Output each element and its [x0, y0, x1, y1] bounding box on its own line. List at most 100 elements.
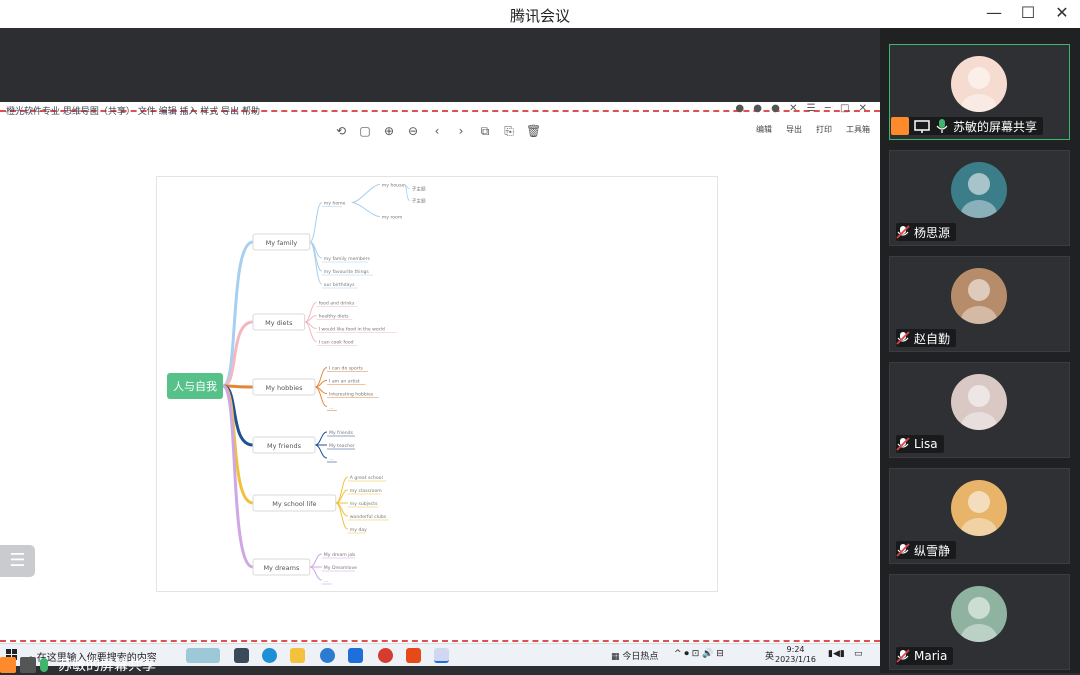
- wps-icon[interactable]: [406, 648, 421, 663]
- mindmap-nodes: 人与自我 My family my home my family members my …: [167, 183, 426, 584]
- next-icon[interactable]: ›: [454, 124, 468, 138]
- browser-icon[interactable]: [320, 648, 335, 663]
- mindmap-leaf-label[interactable]: my favourite things: [324, 269, 370, 275]
- chrome-icon[interactable]: [378, 648, 393, 663]
- participant-name: Lisa: [914, 437, 938, 451]
- side-menu-button[interactable]: ☰: [0, 545, 35, 577]
- mindmap-leaf-label[interactable]: food and drinks: [319, 301, 355, 307]
- mindmap-leaf-label[interactable]: My friends: [329, 430, 354, 436]
- window-titlebar: 腾讯会议 — ☐ ✕: [0, 0, 1080, 28]
- mindmap-leaf-link: [309, 566, 322, 581]
- minimize-button[interactable]: —: [977, 2, 1011, 24]
- participant-avatar: [951, 374, 1007, 430]
- zoom-out-icon[interactable]: ⊖: [406, 124, 420, 138]
- mindmap-leaf-label[interactable]: my subjects: [350, 501, 378, 507]
- mindmap-leaf-link: [314, 444, 328, 459]
- mindmap-branch-node[interactable]: My school life: [252, 494, 337, 512]
- maximize-button[interactable]: ☐: [1011, 2, 1045, 24]
- mindmap-leaf-label[interactable]: our birthdays: [324, 282, 355, 288]
- participant-tile[interactable]: 赵自勤: [889, 256, 1070, 352]
- mindmap-links: [221, 184, 410, 585]
- task-view-icon[interactable]: [234, 648, 249, 663]
- taskbar-clock[interactable]: 9:24 2023/1/16: [775, 645, 816, 665]
- meeting-tray-icon[interactable]: ▮◀▮: [828, 649, 845, 659]
- participant-avatar: [951, 586, 1007, 642]
- print-button[interactable]: 打印: [816, 124, 832, 135]
- participant-tile[interactable]: Maria: [889, 574, 1070, 670]
- delete-icon[interactable]: 🗑: [526, 124, 541, 138]
- mindmap-leaf-label[interactable]: my day: [350, 527, 367, 533]
- mindmap-leaf-label[interactable]: ...: [324, 579, 328, 584]
- mindmap-leaf-label[interactable]: A great school: [350, 475, 383, 481]
- participant-tile[interactable]: 苏敏的屏幕共享: [889, 44, 1070, 140]
- shared-screen[interactable]: 橙光软件专业 思维导图（共享） 文件 编辑 插入 样式 导出 帮助 ● ● ● …: [0, 102, 880, 666]
- undo-icon[interactable]: ⟲: [334, 124, 348, 138]
- edge-icon[interactable]: [262, 648, 277, 663]
- mindmap-leaf-label[interactable]: my classroom: [350, 488, 382, 494]
- participant-name: 杨思源: [914, 225, 951, 240]
- news-widget-label: 今日热点: [622, 652, 659, 662]
- mindmap-canvas[interactable]: 人与自我 My family my home my family members my …: [156, 176, 718, 592]
- notification-icon[interactable]: ▭: [854, 649, 863, 659]
- mindmap-branch-node[interactable]: My hobbies: [252, 378, 316, 396]
- edit-menu[interactable]: 编辑: [756, 124, 772, 135]
- mindmap-leaf-link: [335, 476, 349, 504]
- mindmap-branch-node[interactable]: My friends: [252, 436, 316, 454]
- mic-muted-icon: [896, 437, 910, 451]
- mindmap-branch-node[interactable]: My family: [252, 233, 311, 251]
- mindmap-leaf-label[interactable]: my home: [324, 201, 346, 207]
- mindmap-leaf-label[interactable]: I am an artist: [329, 379, 360, 385]
- shared-app-title: 橙光软件专业 思维导图（共享） 文件 编辑 插入 样式 导出 帮助: [6, 107, 261, 117]
- meeting-app-icon[interactable]: [348, 648, 363, 663]
- mindmap-subleaf-label[interactable]: my room: [382, 215, 403, 221]
- mindmap-leaf-label[interactable]: Interesting hobbies: [329, 392, 374, 398]
- mindmap-topic-label[interactable]: 子主题: [412, 186, 426, 193]
- mindmap-leaf-link: [309, 241, 323, 272]
- participant-tile[interactable]: Lisa: [889, 362, 1070, 458]
- mindmap-leaf-label[interactable]: ...: [329, 406, 333, 411]
- fit-icon[interactable]: ▢: [358, 124, 372, 138]
- search-banner-icon: [186, 648, 220, 663]
- mindmap-root-node[interactable]: 人与自我: [167, 373, 223, 399]
- toolbox-button[interactable]: 工具箱: [846, 124, 870, 135]
- mindmap-leaf-label[interactable]: I can do sports: [329, 366, 364, 372]
- export-menu[interactable]: 导出: [786, 124, 802, 135]
- ime-label[interactable]: 英: [765, 649, 774, 662]
- participant-sidebar: 苏敏的屏幕共享杨思源赵自勤 Lisa 纵雪静 Maria: [880, 28, 1080, 673]
- file-explorer-icon[interactable]: [290, 648, 305, 663]
- tray-icons[interactable]: ^ ⏺ ⊡ 🔊 ⊟: [674, 649, 724, 659]
- mindmap-leaf-label[interactable]: My Dreamlove: [324, 565, 357, 571]
- mindmap-leaf-label[interactable]: I can cook food: [319, 340, 354, 346]
- share-screen-icon: [0, 657, 16, 673]
- mindmap-root-label: 人与自我: [173, 380, 217, 393]
- mindmap-branch-label: My dreams: [263, 564, 299, 572]
- mindmap-leaf-label[interactable]: wonderful clubs: [350, 514, 387, 520]
- mindmap-branch-node[interactable]: My dreams: [252, 558, 311, 576]
- zoom-in-icon[interactable]: ⊕: [382, 124, 396, 138]
- prev-icon[interactable]: ‹: [430, 124, 444, 138]
- mindmap-app-icon[interactable]: [434, 648, 449, 663]
- mindmap-topic-label[interactable]: 子主题: [412, 198, 426, 205]
- mindmap-leaf-label[interactable]: I would like food in the world: [319, 327, 385, 333]
- participant-tile[interactable]: 杨思源: [889, 150, 1070, 246]
- participant-name: 纵雪静: [914, 543, 951, 558]
- mindmap-leaf-label[interactable]: healthy diets: [319, 314, 350, 320]
- screen-share-icon: [913, 117, 931, 135]
- mindmap-branch-label: My family: [266, 239, 298, 247]
- copy-icon[interactable]: ⧉: [478, 124, 492, 138]
- news-widget[interactable]: ▦ 今日热点: [611, 649, 658, 662]
- mindmap-branch-label: My hobbies: [265, 384, 303, 392]
- screen-icon: [20, 657, 36, 673]
- mindmap-branch-node[interactable]: My diets: [252, 313, 306, 331]
- close-button[interactable]: ✕: [1045, 2, 1079, 24]
- participant-avatar: [951, 268, 1007, 324]
- mindmap-leaf-label[interactable]: my family members: [324, 256, 371, 262]
- participant-tile[interactable]: 纵雪静: [889, 468, 1070, 564]
- participant-name-bar: 苏敏的屏幕共享: [891, 117, 1044, 135]
- mindmap-leaf-label[interactable]: ...: [329, 457, 333, 462]
- mindmap-subleaf-label[interactable]: my house: [382, 183, 405, 189]
- mindmap-leaf-label[interactable]: My dream job: [324, 552, 356, 558]
- paste-icon[interactable]: ⎘: [502, 124, 516, 138]
- mindmap-leaf-label[interactable]: My teacher: [329, 443, 355, 449]
- participant-name: 苏敏的屏幕共享: [953, 119, 1038, 134]
